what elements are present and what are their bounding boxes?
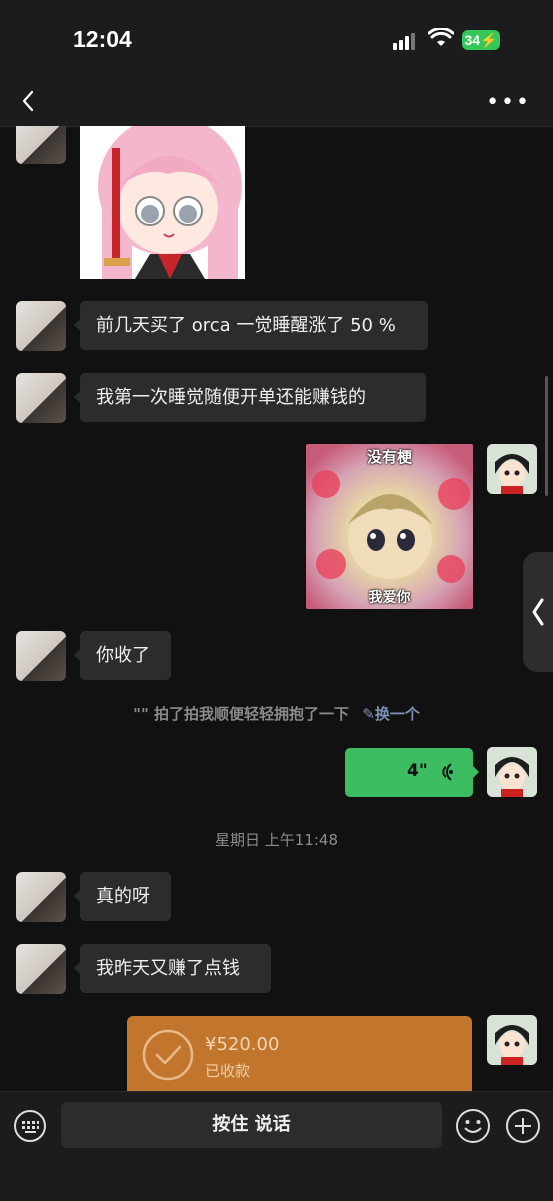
contact-avatar[interactable] (16, 872, 66, 922)
transfer-amount: ¥520.00 (205, 1034, 280, 1055)
wifi-icon (428, 28, 454, 46)
my-avatar[interactable] (487, 747, 537, 797)
contact-avatar[interactable] (16, 944, 66, 994)
plus-icon[interactable] (505, 1108, 541, 1144)
anime-girl-sticker[interactable] (80, 126, 245, 279)
signal-icon (393, 31, 417, 50)
hold-to-talk-button[interactable]: 按住 说话 (61, 1102, 442, 1148)
my-avatar[interactable] (487, 1015, 537, 1065)
battery-indicator: 34⚡ (462, 30, 500, 50)
chevron-left-icon (532, 598, 544, 626)
edit-icon: ✎ (362, 705, 375, 723)
contact-avatar[interactable] (16, 301, 66, 351)
keyboard-icon[interactable] (13, 1109, 47, 1143)
cartoon-avatar-icon (487, 1015, 537, 1065)
chat-message-list[interactable]: 前几天买了 orca 一觉睡醒涨了 50 % 我第一次睡觉随便开单还能赚钱的 没… (0, 126, 553, 1091)
message-bubble[interactable]: 前几天买了 orca 一觉睡醒涨了 50 % (74, 301, 428, 350)
back-chevron-icon[interactable] (18, 86, 40, 116)
cartoon-avatar-icon (487, 747, 537, 797)
cartoon-avatar-icon (487, 444, 537, 494)
more-options-icon[interactable]: ••• (486, 90, 531, 115)
status-time: 12:04 (73, 26, 132, 52)
sticker-artwork (312, 470, 470, 583)
chat-input-bar: 按住 说话 (0, 1091, 553, 1201)
pat-change-label: 换一个 (374, 705, 420, 723)
battery-level: 34 (464, 32, 481, 48)
contact-avatar[interactable] (16, 631, 66, 681)
message-bubble[interactable]: 真的呀 (74, 872, 171, 921)
contact-avatar[interactable] (16, 373, 66, 423)
sticker-bottom-text: 我爱你 (368, 590, 411, 606)
contact-avatar[interactable] (16, 126, 66, 164)
message-bubble[interactable]: 你收了 (74, 631, 171, 680)
side-panel-handle[interactable] (523, 552, 553, 672)
flower-face-sticker[interactable]: 没有梗 我爱你 (306, 444, 473, 609)
charging-icon: ⚡ (480, 32, 498, 48)
transfer-card[interactable]: ¥520.00 已收款 (127, 1016, 472, 1091)
pat-text: "" 拍了拍我顺便轻轻拥抱了一下 (133, 705, 350, 723)
pat-system-message: "" 拍了拍我顺便轻轻拥抱了一下 ✎换一个 (0, 703, 553, 724)
voice-duration: 4" (407, 761, 428, 781)
sticker-top-text: 没有梗 (366, 448, 412, 466)
voice-message-bubble[interactable]: 4" (345, 748, 479, 797)
voice-wave-icon (442, 763, 453, 781)
message-bubble[interactable]: 我昨天又赚了点钱 (74, 944, 271, 993)
chat-timestamp: 星期日 上午11:48 (215, 831, 338, 849)
emoji-icon[interactable] (455, 1108, 491, 1144)
status-bar: 12:04 34⚡ (0, 0, 553, 78)
checkmark-circle-icon (142, 1029, 194, 1081)
chat-nav-bar: ••• (0, 78, 553, 127)
my-avatar[interactable] (487, 444, 537, 494)
message-bubble[interactable]: 我第一次睡觉随便开单还能赚钱的 (74, 373, 426, 422)
pat-change-link[interactable]: ✎换一个 (362, 705, 420, 723)
scrollbar[interactable] (545, 376, 548, 496)
transfer-status: 已收款 (205, 1062, 251, 1080)
